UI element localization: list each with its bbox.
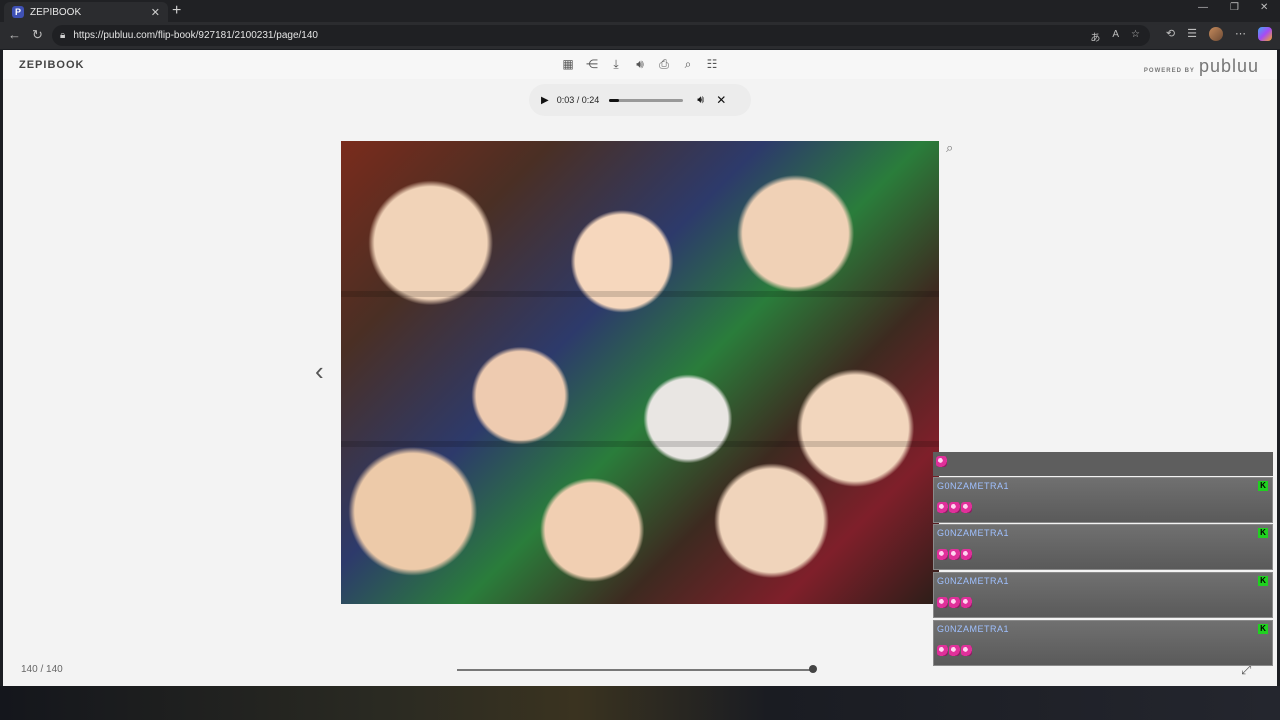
chat-username: G0NZAMETRA1 (937, 481, 1010, 491)
chat-message: G0NZAMETRA1 K (933, 620, 1273, 666)
minimize-icon[interactable]: — (1198, 2, 1208, 13)
play-icon[interactable]: ▶ (541, 95, 549, 106)
powered-by-publuu[interactable]: POWERED BY publuu (1144, 56, 1259, 77)
toc-icon[interactable]: ☷ (704, 56, 720, 72)
viewer-toolbar: ▦ ⋲ ⤓ 🔊︎ ⎙ ⌕ ☷ (560, 56, 720, 72)
kick-badge-icon: K (1258, 481, 1268, 491)
share-icon[interactable]: ⋲ (584, 56, 600, 72)
search-icon[interactable]: ⌕ (680, 56, 696, 72)
brand-title: ZEPIBOOK (19, 59, 85, 71)
browser-tab[interactable]: P ZEPIBOOK ✕ (4, 2, 168, 22)
heart-emote-icon (949, 502, 960, 513)
chat-message (933, 452, 1273, 476)
image-texture (341, 291, 939, 297)
heart-emote-icon (949, 549, 960, 560)
emote-row (937, 549, 973, 560)
heart-emote-icon (961, 645, 972, 656)
restore-icon[interactable]: ❐ (1230, 2, 1239, 13)
page-counter: 140 / 140 (21, 664, 63, 675)
copilot-icon[interactable] (1258, 27, 1272, 41)
close-audio-icon[interactable]: ✕ (716, 93, 726, 107)
lock-icon: 🔒︎ (60, 30, 66, 41)
page-slider-handle[interactable] (809, 665, 817, 673)
heart-emote-icon (936, 456, 947, 467)
favorites-icon[interactable]: ☰ (1187, 27, 1197, 41)
heart-emote-icon (937, 597, 948, 608)
heart-emote-icon (937, 549, 948, 560)
chat-username: G0NZAMETRA1 (937, 576, 1010, 586)
audio-progress-fill (609, 98, 619, 102)
heart-emote-icon (937, 502, 948, 513)
grid-icon[interactable]: ▦ (560, 56, 576, 72)
tab-title: ZEPIBOOK (30, 6, 82, 18)
kick-badge-icon: K (1258, 576, 1268, 586)
publuu-favicon-icon: P (12, 6, 24, 18)
kick-badge-icon: K (1258, 528, 1268, 538)
extensions-icon[interactable]: ⟲ (1166, 27, 1175, 41)
refresh-icon[interactable]: ↻ (32, 27, 43, 43)
powered-by-label: POWERED BY (1143, 68, 1195, 74)
emote-row (936, 456, 948, 467)
previous-page-chevron-icon[interactable]: ‹ (315, 356, 324, 387)
sound-icon[interactable]: 🔊︎ (632, 56, 648, 72)
browser-tab-bar: P ZEPIBOOK ✕ + — ❐ ✕ (0, 0, 1280, 22)
heart-emote-icon (961, 597, 972, 608)
new-tab-button[interactable]: + (172, 2, 181, 20)
chat-username: G0NZAMETRA1 (937, 528, 1010, 538)
heart-emote-icon (949, 597, 960, 608)
emote-row (937, 597, 973, 608)
heart-emote-icon (961, 502, 972, 513)
audio-player: ▶ 0:03 / 0:24 🔊︎ ✕ (529, 84, 751, 116)
close-window-icon[interactable]: ✕ (1260, 2, 1268, 13)
chat-message: G0NZAMETRA1 K (933, 477, 1273, 523)
kick-badge-icon: K (1258, 624, 1268, 634)
viewer-header: ZEPIBOOK ▦ ⋲ ⤓ 🔊︎ ⎙ ⌕ ☷ POWERED BY publu… (3, 50, 1277, 79)
tab-close-icon[interactable]: ✕ (151, 6, 160, 19)
volume-icon[interactable]: 🔊︎ (697, 94, 704, 107)
emote-row (937, 645, 973, 656)
zoom-icon[interactable]: ⌕ (946, 140, 953, 156)
favorite-star-icon[interactable]: ☆ (1131, 29, 1140, 44)
emote-row (937, 502, 973, 513)
print-icon[interactable]: ⎙ (656, 56, 672, 72)
profile-avatar[interactable] (1209, 27, 1223, 41)
chat-message: G0NZAMETRA1 K (933, 572, 1273, 618)
url-text: https://publuu.com/flip-book/927181/2100… (73, 30, 318, 41)
back-icon[interactable]: ← (8, 27, 21, 42)
download-icon[interactable]: ⤓ (608, 56, 624, 72)
heart-emote-icon (961, 549, 972, 560)
chat-username: G0NZAMETRA1 (937, 624, 1010, 634)
read-aloud-icon[interactable]: A (1112, 29, 1119, 44)
flipbook-page-image[interactable] (341, 141, 939, 604)
image-texture (341, 441, 939, 447)
page-slider[interactable] (457, 665, 817, 673)
more-menu-icon[interactable]: ⋯ (1235, 27, 1246, 41)
audio-progress-track[interactable] (609, 98, 684, 102)
heart-emote-icon (937, 645, 948, 656)
background-scene (0, 686, 1280, 720)
heart-emote-icon (949, 645, 960, 656)
browser-address-bar: ← ↻ 🔒︎ https://publuu.com/flip-book/9271… (0, 22, 1280, 49)
url-field[interactable]: 🔒︎ https://publuu.com/flip-book/927181/2… (52, 25, 1150, 46)
chat-message: G0NZAMETRA1 K (933, 524, 1273, 570)
translate-icon[interactable]: あ (1090, 29, 1100, 44)
audio-time: 0:03 / 0:24 (556, 95, 600, 105)
publuu-logo: publuu (1198, 56, 1259, 76)
